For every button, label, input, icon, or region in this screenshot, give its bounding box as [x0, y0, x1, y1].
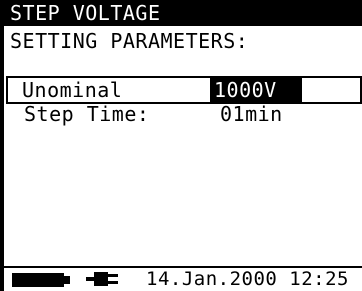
- device-screen: STEP VOLTAGE SETTING PARAMETERS: Unomina…: [0, 0, 362, 291]
- section-subtitle: SETTING PARAMETERS:: [10, 29, 249, 53]
- parameter-value[interactable]: 01min: [216, 102, 287, 126]
- parameter-row-step-time[interactable]: Step Time: 01min: [10, 102, 362, 126]
- mains-plug-icon: [86, 272, 118, 286]
- parameter-row-unominal[interactable]: Unominal 1000V: [6, 76, 362, 104]
- parameter-label: Unominal: [22, 78, 123, 102]
- parameter-value-selected[interactable]: 1000V: [210, 78, 302, 102]
- parameter-label: Step Time:: [24, 102, 150, 126]
- status-datetime: 14.Jan.2000 12:25: [146, 268, 349, 290]
- parameter-list: Unominal 1000V Step Time: 01min: [6, 76, 362, 126]
- screen-left-edge: [0, 0, 4, 291]
- battery-full-icon: [12, 273, 70, 287]
- page-title: STEP VOLTAGE: [4, 0, 362, 26]
- status-bar: 14.Jan.2000 12:25: [4, 266, 362, 291]
